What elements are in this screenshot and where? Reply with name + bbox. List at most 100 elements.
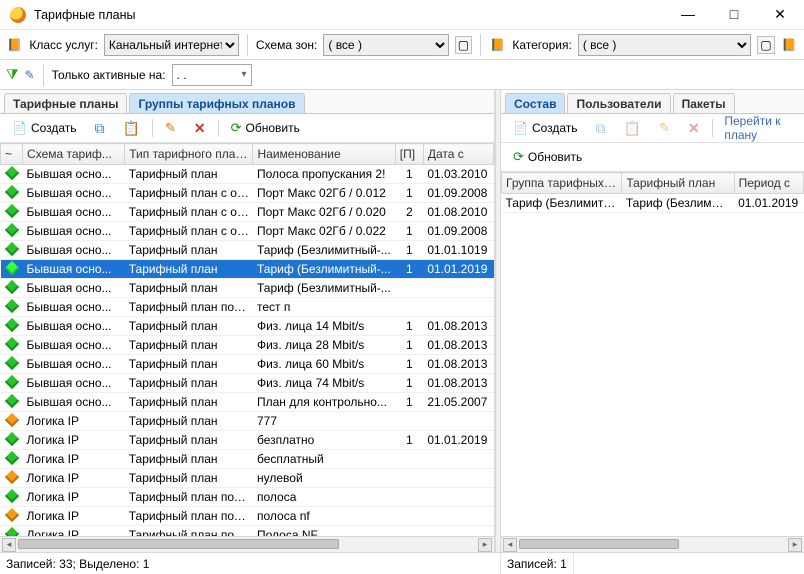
cell: Тарифный план	[125, 317, 253, 336]
table-row[interactable]: Логика IPТарифный планбесплатный	[1, 450, 494, 469]
scroll-track[interactable]	[519, 539, 786, 551]
right-col-header[interactable]: Период с	[734, 173, 803, 194]
table-row[interactable]: Бывшая осно...Тарифный планТариф (Безлим…	[1, 241, 494, 260]
table-row[interactable]: Бывшая осно...Тарифный план полос...тест…	[1, 298, 494, 317]
edit-button[interactable]: ✎	[159, 117, 182, 139]
minimize-button[interactable]: —	[674, 6, 702, 23]
cell: Логика IP	[23, 526, 125, 537]
tab-users[interactable]: Пользователи	[567, 93, 670, 113]
cell: 01.09.2008	[423, 184, 493, 203]
scroll-thumb[interactable]	[18, 539, 339, 549]
cell: 1	[395, 431, 423, 450]
cell: бесплатный	[253, 450, 395, 469]
paste-button[interactable]: 📋	[117, 117, 146, 139]
table-row[interactable]: Логика IPТарифный план полос...полоса nf	[1, 507, 494, 526]
cell: Тарифный план полос...	[125, 526, 253, 537]
table-row[interactable]: Бывшая осно...Тарифный планТариф (Безлим…	[1, 260, 494, 279]
chevron-down-icon: ▾	[242, 69, 247, 80]
cell	[395, 279, 423, 298]
delete-button[interactable]: ✕	[188, 117, 212, 139]
scroll-track[interactable]	[18, 539, 476, 551]
zones-clear-button[interactable]: ▢	[455, 36, 472, 54]
zones-select[interactable]: ( все )	[323, 34, 448, 56]
paste-button-r[interactable]: 📋	[618, 117, 647, 139]
table-row[interactable]: Логика IPТарифный планбезплатно101.01.20…	[1, 431, 494, 450]
status-diamond-icon	[4, 318, 18, 332]
edit-button-r[interactable]: ✎	[653, 117, 676, 139]
scroll-left-icon[interactable]: ◂	[2, 538, 16, 552]
close-button[interactable]: ✕	[766, 6, 794, 23]
create-button[interactable]: 📄 Создать	[6, 117, 83, 139]
left-grid[interactable]: ~Схема тариф...Тип тарифного планаНаимен…	[0, 143, 494, 536]
tab-composition[interactable]: Состав	[505, 93, 565, 113]
scroll-left-icon[interactable]: ◂	[503, 538, 517, 552]
active-date-input[interactable]: . . ▾	[172, 64, 252, 86]
right-grid[interactable]: Группа тарифных п...Тарифный планПериод …	[501, 172, 804, 536]
refresh-button-r[interactable]: ⟳ Обновить	[507, 146, 588, 168]
funnel-icon[interactable]: ⧩	[6, 66, 19, 83]
cell	[423, 469, 493, 488]
table-row[interactable]: Логика IPТарифный план полос...полоса	[1, 488, 494, 507]
left-col-header[interactable]: [П]	[395, 144, 423, 165]
delete-button-r[interactable]: ✕	[682, 117, 706, 139]
cell: 01.08.2010	[423, 203, 493, 222]
scroll-right-icon[interactable]: ▸	[478, 538, 492, 552]
cell: 1	[395, 317, 423, 336]
left-col-header[interactable]: Наименование	[253, 144, 395, 165]
goto-plan-link[interactable]: Перейти к плану	[718, 117, 798, 139]
create-button-r[interactable]: 📄 Создать	[507, 117, 584, 139]
table-row[interactable]: Логика IPТарифный план полос...Полоса NF	[1, 526, 494, 537]
cell: Тарифный план	[125, 431, 253, 450]
table-row[interactable]: Бывшая осно...Тарифный планФиз. лица 60 …	[1, 355, 494, 374]
filter-config-icon[interactable]: ✎	[25, 68, 35, 82]
copy-icon: ⧉	[596, 120, 606, 137]
left-col-header[interactable]: ~	[1, 144, 23, 165]
table-row[interactable]: Бывшая осно...Тарифный планФиз. лица 28 …	[1, 336, 494, 355]
left-hscroll[interactable]: ◂ ▸	[0, 536, 494, 552]
left-col-header[interactable]: Схема тариф...	[23, 144, 125, 165]
cell: Физ. лица 60 Mbit/s	[253, 355, 395, 374]
tab-tariff-plans[interactable]: Тарифные планы	[4, 93, 127, 113]
right-table: Группа тарифных п...Тарифный планПериод …	[501, 172, 804, 213]
left-col-header[interactable]: Тип тарифного плана	[125, 144, 253, 165]
maximize-button[interactable]: □	[720, 6, 748, 23]
refresh-button[interactable]: ⟳ Обновить	[225, 117, 306, 139]
table-row[interactable]: Бывшая осно...Тарифный планФиз. лица 74 …	[1, 374, 494, 393]
right-hscroll[interactable]: ◂ ▸	[501, 536, 804, 552]
right-grid-toolbar: 📄 Создать ⧉ 📋 ✎ ✕ Перейти к плану	[501, 114, 804, 143]
right-col-header[interactable]: Группа тарифных п...	[502, 173, 622, 194]
class-select[interactable]: Канальный интернет	[104, 34, 239, 56]
table-row[interactable]: Логика IPТарифный план777	[1, 412, 494, 431]
status-diamond-icon	[4, 432, 18, 446]
left-tabs: Тарифные планы Группы тарифных планов	[0, 90, 494, 114]
cell: 01.01.1019	[423, 241, 493, 260]
tab-packages[interactable]: Пакеты	[673, 93, 735, 113]
table-row[interactable]: Бывшая осно...Тарифный планФиз. лица 14 …	[1, 317, 494, 336]
table-row[interactable]: Бывшая осно...Тарифный план с огр...Порт…	[1, 184, 494, 203]
copy-button[interactable]: ⧉	[89, 117, 111, 139]
tab-tariff-groups[interactable]: Группы тарифных планов	[129, 93, 304, 113]
cell: Физ. лица 14 Mbit/s	[253, 317, 395, 336]
left-col-header[interactable]: Дата с	[423, 144, 493, 165]
category-clear-button[interactable]: ▢	[757, 36, 774, 54]
status-left: Записей: 33; Выделено: 1	[0, 553, 501, 574]
table-row[interactable]: Бывшая осно...Тарифный планПолоса пропус…	[1, 165, 494, 184]
table-row[interactable]: Бывшая осно...Тарифный планТариф (Безлим…	[1, 279, 494, 298]
category-select[interactable]: ( все )	[578, 34, 751, 56]
right-pane: Состав Пользователи Пакеты 📄 Создать ⧉ 📋…	[501, 90, 804, 552]
table-row[interactable]: Логика IPТарифный планнулевой	[1, 469, 494, 488]
right-col-header[interactable]: Тарифный план	[622, 173, 734, 194]
cell: Логика IP	[23, 469, 125, 488]
paste-icon: 📋	[123, 120, 140, 137]
scroll-right-icon[interactable]: ▸	[788, 538, 802, 552]
table-row[interactable]: Бывшая осно...Тарифный план с огр...Порт…	[1, 203, 494, 222]
status-diamond-icon	[4, 261, 18, 275]
table-row[interactable]: Бывшая осно...Тарифный план с огр...Порт…	[1, 222, 494, 241]
scroll-thumb[interactable]	[519, 539, 679, 549]
copy-button-r[interactable]: ⧉	[590, 117, 612, 139]
cell	[423, 412, 493, 431]
cell: 01.01.2019	[734, 194, 803, 213]
cell: Тарифный план	[125, 450, 253, 469]
table-row[interactable]: Тариф (Безлимитн...Тариф (Безлимитн...01…	[502, 194, 804, 213]
table-row[interactable]: Бывшая осно...Тарифный планПлан для конт…	[1, 393, 494, 412]
